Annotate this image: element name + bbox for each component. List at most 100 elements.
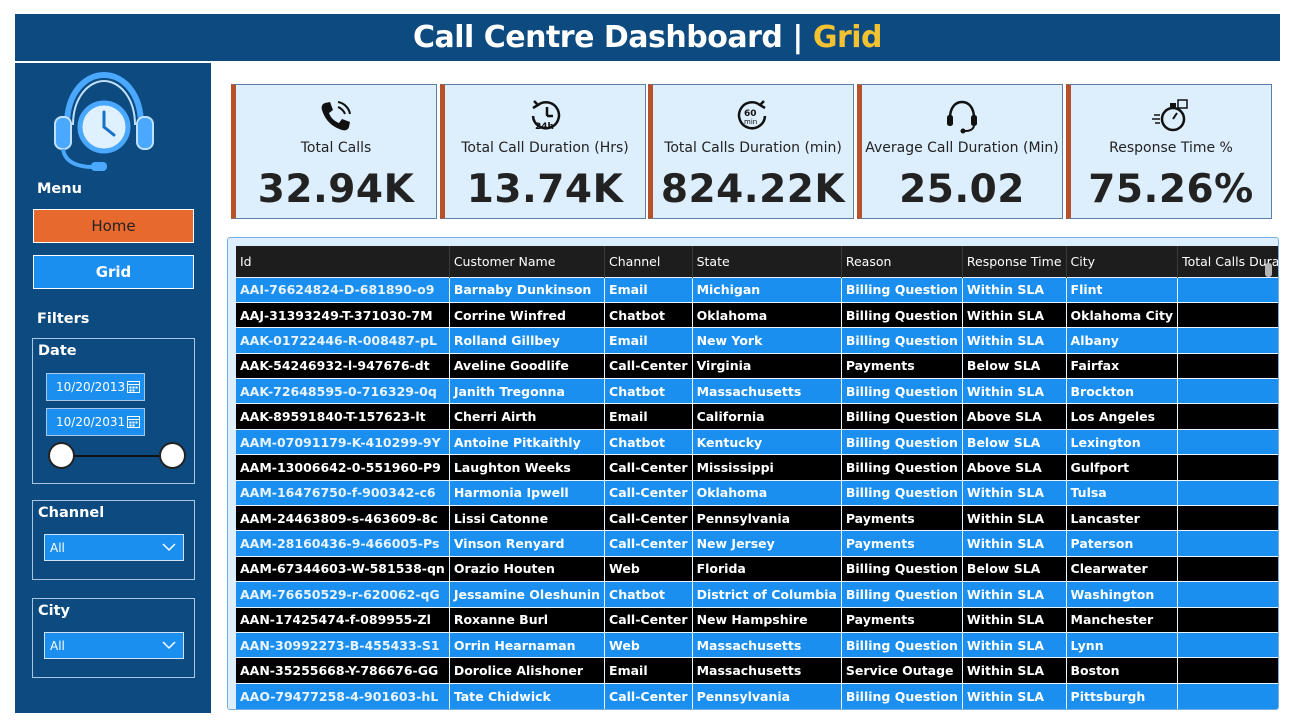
city-selected-value: All [50, 638, 65, 653]
cell-reason: Billing Question [841, 479, 963, 506]
cell-city: Lancaster [1066, 505, 1179, 531]
cell-reason: Billing Question [841, 631, 963, 658]
cell-city: Albany [1066, 327, 1179, 354]
cell-response-time: Within SLA [962, 606, 1067, 633]
cell-state: Kentucky [692, 428, 842, 455]
calendar-icon[interactable] [127, 380, 140, 393]
cell-total-calls-duration: 21.00 [1177, 352, 1278, 379]
table-row[interactable]: AAM-16476750-f-900342-c6 Harmonia Ipwell C… [236, 479, 1278, 506]
kpi-label: Total Calls [300, 140, 372, 156]
cell-state: Massachusetts [692, 657, 842, 684]
table-row[interactable]: AAN-30992273-B-455433-S1 Orrin Hearnaman W… [236, 631, 1278, 658]
column-header-reason[interactable]: Reason [841, 246, 963, 277]
cell-response-time: Within SLA [962, 530, 1067, 557]
cell-customer-name: Rolland Gillbey [449, 327, 606, 354]
cell-total-calls-duration: 31.00 [1177, 454, 1278, 481]
date-slider-start-handle[interactable] [48, 442, 75, 469]
column-header-channel[interactable]: Channel [604, 246, 693, 277]
date-slider-track[interactable] [61, 455, 173, 457]
grid-button[interactable]: Grid [33, 255, 194, 289]
column-header-response-time[interactable]: Response Time [962, 246, 1067, 277]
cell-state: Florida [692, 555, 842, 582]
cell-customer-name: Lissi Catonne [449, 505, 606, 531]
channel-dropdown[interactable]: All [44, 534, 184, 561]
cell-channel: Call-Center [604, 479, 693, 506]
date-slider-end-handle[interactable] [159, 442, 186, 469]
cell-state: Pennsylvania [692, 682, 842, 709]
cell-customer-name: Roxanne Burl [449, 606, 606, 633]
svg-text:min: min [744, 118, 757, 126]
cell-customer-name: Tate Chidwick [449, 682, 606, 709]
column-header-total-calls-duration[interactable]: Total Calls Duration (min) [1177, 246, 1278, 277]
table-row[interactable]: AAM-28160436-9-466005-Ps Vinson Renyard Ca… [236, 530, 1278, 557]
table-row[interactable]: AAK-54246932-l-947676-dt Aveline Goodlife… [236, 352, 1278, 379]
cell-city: Oklahoma City [1066, 301, 1179, 328]
cell-total-calls-duration: 22.00 [1177, 479, 1278, 506]
cell-city: Washington [1066, 581, 1179, 608]
cell-total-calls-duration: 24.00 [1177, 631, 1278, 658]
chevron-down-icon[interactable] [162, 542, 176, 552]
table-header-row: Id Customer Name Channel State Reason Re… [236, 246, 1278, 277]
table-row[interactable]: AAM-07091179-K-410299-9Y Antoine Pitkaith… [236, 428, 1278, 455]
cell-state: New Jersey [692, 530, 842, 557]
cell-response-time: Below SLA [962, 352, 1067, 379]
chevron-down-icon[interactable] [162, 640, 176, 650]
cell-response-time: Within SLA [962, 378, 1067, 404]
kpi-card-total-calls-duration-min: 60 min Total Calls Duration (min) 824.22… [648, 84, 854, 219]
cell-id: AAK-89591840-T-157623-lt [236, 403, 450, 430]
cell-state: Pennsylvania [692, 505, 842, 531]
svg-text:24h: 24h [535, 122, 554, 132]
cell-channel: Web [604, 631, 693, 658]
cell-id: AAM-76650529-r-620062-qG [236, 581, 450, 608]
calendar-icon[interactable] [127, 415, 140, 428]
table-row[interactable]: AAN-35255668-Y-786676-GG Dorolice Alishon… [236, 657, 1278, 684]
cell-customer-name: Vinson Renyard [449, 530, 606, 557]
column-header-customer-name[interactable]: Customer Name [449, 246, 606, 277]
cell-city: Gulfport [1066, 454, 1179, 481]
home-button[interactable]: Home [33, 209, 194, 243]
cell-id: AAK-54246932-l-947676-dt [236, 352, 450, 379]
table-row[interactable]: AAM-13006642-0-551960-P9 Laughton Weeks Ca… [236, 454, 1278, 481]
table-row[interactable]: AAM-67344603-W-581538-qn Orazio Houten Web… [236, 555, 1278, 582]
table-scrollbar[interactable] [1265, 260, 1273, 708]
table-row[interactable]: AAM-24463809-s-463609-8c Lissi Catonne Cal… [236, 505, 1278, 531]
cell-total-calls-duration: 10.00 [1177, 530, 1278, 557]
table-row[interactable]: AAK-01722446-R-008487-pL Rolland Gillbey E… [236, 327, 1278, 354]
cell-response-time: Within SLA [962, 631, 1067, 658]
cell-channel: Call-Center [604, 682, 693, 709]
end-date-input[interactable]: 10/20/2031 [46, 408, 145, 436]
city-dropdown[interactable]: All [44, 632, 184, 659]
title-separator: | [792, 20, 803, 55]
cell-reason: Billing Question [841, 428, 963, 455]
cell-city: Fairfax [1066, 352, 1179, 379]
city-filter-title: City [38, 603, 70, 619]
column-header-state[interactable]: State [692, 246, 842, 277]
cell-state: Oklahoma [692, 301, 842, 328]
cell-total-calls-duration: 5.00 [1177, 378, 1278, 404]
calls-table: Id Customer Name Channel State Reason Re… [236, 246, 1278, 709]
table-row[interactable]: AAI-76624824-D-681890-o9 Barnaby Dunkinso… [236, 276, 1278, 303]
cell-city: Lexington [1066, 428, 1179, 455]
cell-id: AAM-24463809-s-463609-8c [236, 505, 450, 531]
table-row[interactable]: AAJ-31393249-T-371030-7M Corrine Winfred C… [236, 301, 1278, 328]
table-row[interactable]: AAM-76650529-r-620062-qG Jessamine Oleshu… [236, 581, 1278, 608]
cell-id: AAN-30992273-B-455433-S1 [236, 631, 450, 658]
cell-reason: Billing Question [841, 555, 963, 582]
date-filter-title: Date [38, 343, 77, 359]
cell-channel: Call-Center [604, 505, 693, 531]
cell-reason: Payments [841, 530, 963, 557]
table-row[interactable]: AAO-79477258-4-901603-hL Tate Chidwick Cal… [236, 682, 1278, 709]
cell-reason: Billing Question [841, 454, 963, 481]
cell-city: Brockton [1066, 378, 1179, 404]
table-scrollbar-thumb[interactable] [1265, 263, 1272, 277]
column-header-id[interactable]: Id [236, 246, 450, 277]
cell-id: AAJ-31393249-T-371030-7M [236, 301, 450, 328]
table-row[interactable]: AAN-17425474-f-089955-Zl Roxanne Burl Call… [236, 606, 1278, 633]
table-row[interactable]: AAK-72648595-0-716329-0q Janith Tregonna C… [236, 378, 1278, 404]
start-date-input[interactable]: 10/20/2013 [46, 373, 145, 401]
column-header-city[interactable]: City [1066, 246, 1179, 277]
cell-city: Flint [1066, 276, 1179, 303]
table-row[interactable]: AAK-89591840-T-157623-lt Cherri Airth Emai… [236, 403, 1278, 430]
kpi-value: 824.22K [660, 167, 846, 212]
cell-city: Los Angeles [1066, 403, 1179, 430]
